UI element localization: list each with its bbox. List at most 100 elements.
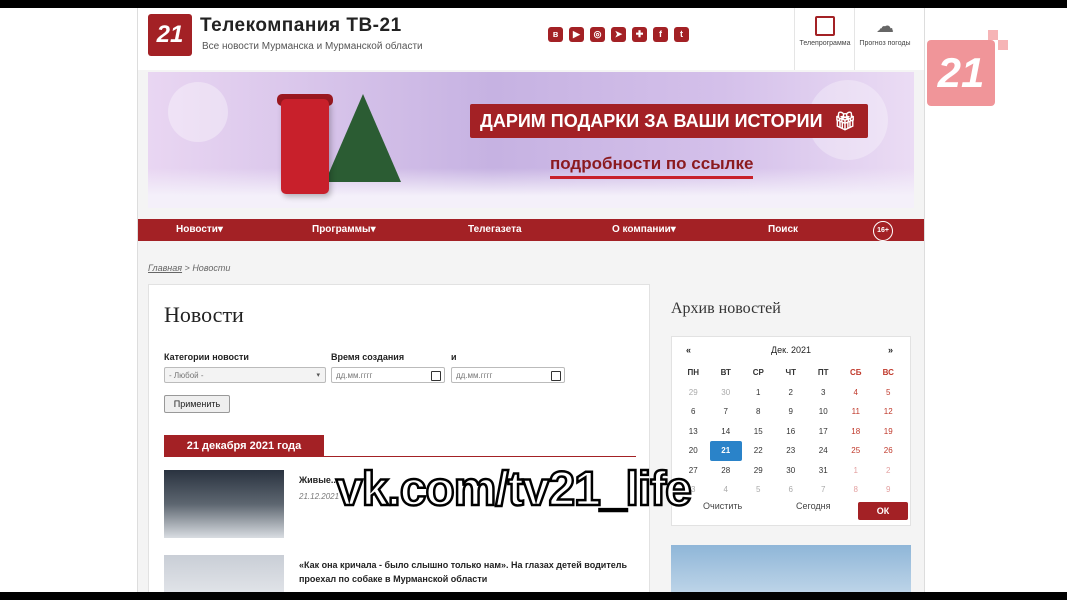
calendar-day[interactable]: 28 bbox=[710, 461, 743, 481]
promo-banner[interactable]: ДАРИМ ПОДАРКИ ЗА ВАШИ ИСТОРИИ 🎁︎ подробн… bbox=[148, 72, 914, 208]
calendar-day[interactable]: 15 bbox=[742, 422, 775, 442]
tv-program-icon bbox=[815, 16, 835, 36]
weather-button[interactable]: ☁ Прогноз погоды bbox=[854, 8, 915, 70]
age-rating-badge: 16+ bbox=[873, 221, 893, 241]
and-label: и bbox=[451, 352, 457, 362]
calendar-day[interactable]: 6 bbox=[677, 402, 710, 422]
vk-icon[interactable]: в bbox=[548, 27, 563, 42]
instagram-icon[interactable]: ◎ bbox=[590, 27, 605, 42]
nav-about[interactable]: О компании▾ bbox=[612, 219, 676, 241]
calendar-day[interactable]: 6 bbox=[775, 480, 808, 500]
date-to-input[interactable]: дд.мм.гггг bbox=[451, 367, 565, 383]
news-title[interactable]: «Как она кричала - было слышно только на… bbox=[299, 558, 637, 586]
logo-plus-mark bbox=[988, 30, 998, 40]
site-title[interactable]: Телекомпания ТВ-21 bbox=[200, 15, 402, 37]
weekday-label: СР bbox=[752, 368, 764, 377]
nav-programs[interactable]: Программы▾ bbox=[312, 219, 376, 241]
date-header: 21 декабря 2021 года bbox=[164, 435, 324, 457]
breadcrumb-current: Новости bbox=[192, 263, 231, 273]
news-thumbnail[interactable] bbox=[164, 555, 284, 592]
calendar-day[interactable]: 13 bbox=[677, 422, 710, 442]
calendar-day[interactable]: 25 bbox=[840, 441, 873, 461]
youtube-icon[interactable]: ▶ bbox=[569, 27, 584, 42]
category-select[interactable]: - Любой - ▾ bbox=[164, 367, 326, 383]
calendar-day[interactable]: 21 bbox=[709, 441, 742, 461]
calendar-day[interactable]: 2 bbox=[872, 461, 905, 481]
calendar-day[interactable]: 29 bbox=[677, 383, 710, 403]
thermo-cup bbox=[281, 99, 329, 194]
news-title[interactable]: Живые... bbox=[299, 473, 339, 487]
calendar-day[interactable]: 20 bbox=[677, 441, 710, 461]
banner-headline: ДАРИМ ПОДАРКИ ЗА ВАШИ ИСТОРИИ 🎁︎ bbox=[470, 104, 868, 138]
calendar-day[interactable]: 17 bbox=[807, 422, 840, 442]
news-thumbnail[interactable] bbox=[164, 470, 284, 538]
calendar-day[interactable]: 30 bbox=[775, 461, 808, 481]
calendar-day[interactable]: 7 bbox=[807, 480, 840, 500]
calendar-day[interactable]: 4 bbox=[840, 383, 873, 403]
logo-plus-mark bbox=[998, 40, 1008, 50]
calendar-day[interactable]: 26 bbox=[872, 441, 905, 461]
breadcrumb-home[interactable]: Главная bbox=[148, 263, 182, 273]
weather-label: Прогноз погоды bbox=[859, 40, 911, 47]
calendar-day[interactable]: 7 bbox=[710, 402, 743, 422]
telegram-icon[interactable]: ➤ bbox=[611, 27, 626, 42]
tv-program-label: Телепрограмма bbox=[799, 40, 851, 47]
nav-teletext[interactable]: Телегазета bbox=[468, 219, 522, 241]
calendar-day[interactable]: 11 bbox=[840, 402, 873, 422]
calendar-day[interactable]: 29 bbox=[742, 461, 775, 481]
calendar-grid: ПН ВТ СР ЧТ ПТ СБ ВС 29 30 1 2 3 4 5 6 7 8 9 10 11 12 13 14 15 1… bbox=[677, 363, 905, 500]
calendar-day[interactable]: 5 bbox=[742, 480, 775, 500]
calendar-day[interactable]: 1 bbox=[742, 383, 775, 403]
calendar-day[interactable]: 23 bbox=[775, 441, 808, 461]
calendar-day[interactable]: 9 bbox=[775, 402, 808, 422]
tv-program-button[interactable]: Телепрограмма bbox=[794, 8, 855, 70]
calendar-day[interactable]: 5 bbox=[872, 383, 905, 403]
calendar-day[interactable]: 12 bbox=[872, 402, 905, 422]
main-nav: Новости▾ Программы▾ Телегазета О компани… bbox=[138, 219, 924, 241]
banner-link[interactable]: подробности по ссылке bbox=[550, 154, 754, 179]
calendar-day[interactable]: 16 bbox=[775, 422, 808, 442]
site-logo[interactable]: 21 bbox=[148, 14, 192, 56]
calendar-day[interactable]: 1 bbox=[840, 461, 873, 481]
facebook-icon[interactable]: f bbox=[653, 27, 668, 42]
next-month-button[interactable]: » bbox=[888, 345, 893, 355]
weekday-label: ЧТ bbox=[785, 368, 796, 377]
channel-logo-overlay: 21 bbox=[927, 40, 995, 106]
calendar-day[interactable]: 24 bbox=[807, 441, 840, 461]
twitter-icon[interactable]: t bbox=[674, 27, 689, 42]
nav-search[interactable]: Поиск bbox=[768, 219, 798, 241]
category-label: Категории новости bbox=[164, 352, 249, 362]
calendar-day[interactable]: 9 bbox=[872, 480, 905, 500]
weekday-label: ПТ bbox=[817, 368, 829, 377]
calendar-day[interactable]: 10 bbox=[807, 402, 840, 422]
calendar-day[interactable]: 22 bbox=[742, 441, 775, 461]
calendar-day[interactable]: 8 bbox=[742, 402, 775, 422]
date-from-input[interactable]: дд.мм.гггг bbox=[331, 367, 445, 383]
today-button[interactable]: Сегодня bbox=[796, 501, 831, 511]
time-label: Время создания bbox=[331, 352, 405, 362]
calendar-day[interactable]: 18 bbox=[840, 422, 873, 442]
calendar-day[interactable]: 31 bbox=[807, 461, 840, 481]
calendar-day[interactable]: 14 bbox=[710, 422, 743, 442]
odnoklassniki-icon[interactable]: ✚ bbox=[632, 27, 647, 42]
weekday-label: ВТ bbox=[720, 368, 731, 377]
calendar-day[interactable]: 19 bbox=[872, 422, 905, 442]
calendar-day[interactable]: 4 bbox=[710, 480, 743, 500]
cloud-icon: ☁ bbox=[876, 16, 894, 36]
sidebar-promo-image[interactable] bbox=[671, 545, 911, 592]
calendar-day[interactable]: 30 bbox=[710, 383, 743, 403]
nav-news[interactable]: Новости▾ bbox=[176, 219, 223, 241]
social-links: в ▶ ◎ ➤ ✚ f t bbox=[548, 27, 689, 42]
prev-month-button[interactable]: « bbox=[686, 345, 691, 355]
calendar-icon[interactable] bbox=[551, 371, 561, 381]
chevron-down-icon: ▾ bbox=[316, 372, 320, 379]
ok-button[interactable]: ОК bbox=[858, 502, 908, 520]
calendar-day[interactable]: 8 bbox=[840, 480, 873, 500]
calendar-icon[interactable] bbox=[431, 371, 441, 381]
calendar-widget: Дек. 2021 « » ПН ВТ СР ЧТ ПТ СБ ВС 29 30 1 2 3 4 5 6 7 8… bbox=[671, 336, 911, 526]
apply-button[interactable]: Применить bbox=[164, 395, 230, 413]
calendar-day[interactable]: 3 bbox=[807, 383, 840, 403]
calendar-day[interactable]: 2 bbox=[775, 383, 808, 403]
breadcrumb-separator: > bbox=[182, 263, 193, 273]
clear-button[interactable]: Очистить bbox=[703, 501, 742, 511]
